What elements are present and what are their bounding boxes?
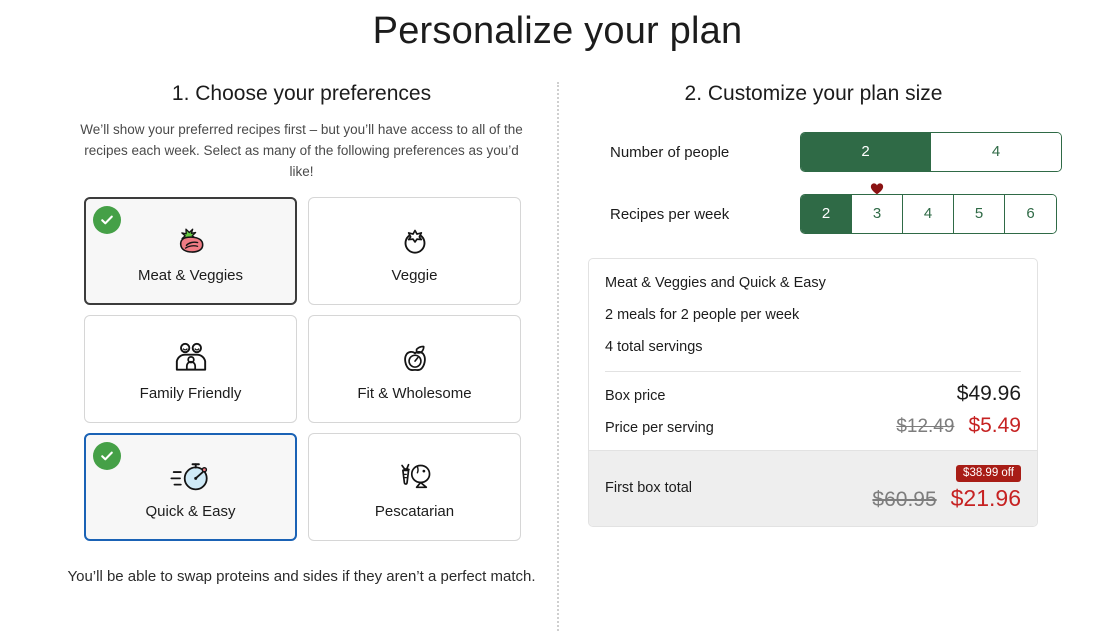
people-option-4[interactable]: 4 — [931, 133, 1061, 171]
page-title: Personalize your plan — [372, 10, 743, 52]
recipes-per-week-row: Recipes per week 2 3 4 5 6 — [610, 183, 1057, 234]
preference-card-meat-veggies[interactable]: Meat & Veggies — [84, 197, 297, 305]
total-current: $21.96 — [950, 485, 1021, 511]
family-icon — [171, 337, 211, 379]
steak-icon — [171, 219, 211, 261]
total-price-values: $60.95 $21.96 — [872, 485, 1021, 512]
check-badge-quick-easy — [93, 442, 121, 470]
preferences-subtext: We’ll show your preferred recipes first … — [80, 122, 523, 179]
personalize-plan-page: Personalize your plan 1. Choose your pre… — [0, 0, 1115, 631]
swap-footnote: You’ll be able to swap proteins and side… — [67, 568, 536, 585]
price-label: Price per serving — [605, 420, 714, 436]
column-divider — [557, 82, 559, 631]
preference-card-grid: Meat & Veggies Veggie Family Friendly Fi… — [84, 197, 521, 541]
total-original: $60.95 — [872, 488, 937, 511]
plan-size-column: 2. Customize your plan size Number of pe… — [572, 82, 1062, 527]
price-rows: Box price $49.96 Price per serving $12.4… — [589, 372, 1037, 450]
first-box-total-row: First box total $38.99 off $60.95 $21.96 — [589, 450, 1037, 526]
price-original: $12.49 — [896, 416, 955, 437]
price-current: $5.49 — [968, 414, 1021, 437]
preference-card-fit-wholesome[interactable]: Fit & Wholesome — [308, 315, 521, 423]
summary-meals: 2 meals for 2 people per week — [605, 307, 800, 323]
price-row-box-price: Box price $49.96 — [605, 382, 1021, 406]
number-of-people-row: Number of people 2 4 — [610, 132, 1062, 172]
tomato-icon — [396, 219, 434, 261]
first-box-total-values: $38.99 off $60.95 $21.96 — [872, 463, 1021, 512]
number-of-people-control: 2 4 — [800, 132, 1062, 172]
preference-label: Meat & Veggies — [137, 266, 244, 284]
recipes-option-6[interactable]: 6 — [1005, 195, 1056, 233]
discount-badge: $38.99 off — [956, 465, 1021, 482]
number-of-people-label: Number of people — [610, 143, 730, 161]
preference-card-pescatarian[interactable]: Pescatarian — [308, 433, 521, 541]
price-row-price-per-serving: Price per serving $12.49 $5.49 — [605, 414, 1021, 438]
heart-icon — [870, 182, 884, 196]
number-of-people-segmented: 2 4 — [800, 132, 1062, 172]
preference-card-quick-easy[interactable]: Quick & Easy — [84, 433, 297, 541]
people-option-2[interactable]: 2 — [801, 133, 931, 171]
summary-details: Meat & Veggies and Quick & Easy 2 meals … — [589, 259, 1037, 371]
price-current: $49.96 — [956, 382, 1021, 405]
preference-label: Veggie — [391, 266, 438, 284]
recipes-per-week-segmented: 2 3 4 5 6 — [800, 194, 1057, 234]
plan-size-heading: 2. Customize your plan size — [684, 82, 943, 105]
recipes-per-week-label: Recipes per week — [610, 205, 730, 223]
preference-label: Quick & Easy — [145, 502, 236, 520]
price-values: $49.96 — [957, 382, 1021, 406]
price-values: $12.49 $5.49 — [896, 414, 1021, 438]
recipes-option-4[interactable]: 4 — [903, 195, 954, 233]
recipes-option-2[interactable]: 2 — [801, 195, 852, 233]
preference-card-veggie[interactable]: Veggie — [308, 197, 521, 305]
recipes-option-3[interactable]: 3 — [852, 195, 903, 233]
preference-card-family-friendly[interactable]: Family Friendly — [84, 315, 297, 423]
carrot-fish-icon — [394, 455, 436, 497]
first-box-total-label: First box total — [605, 479, 693, 496]
preference-label: Fit & Wholesome — [357, 384, 472, 402]
summary-servings: 4 total servings — [605, 339, 703, 355]
summary-preferences: Meat & Veggies and Quick & Easy — [605, 275, 826, 291]
price-label: Box price — [605, 388, 666, 404]
check-badge-meat-veggies — [93, 206, 121, 234]
recipes-option-5[interactable]: 5 — [954, 195, 1005, 233]
stopwatch-icon — [169, 455, 213, 497]
preferences-heading: 1. Choose your preferences — [171, 82, 432, 105]
apple-meter-icon — [396, 337, 434, 379]
preferences-column: 1. Choose your preferences We’ll show yo… — [60, 82, 543, 183]
preference-label: Family Friendly — [139, 384, 242, 402]
preference-label: Pescatarian — [374, 502, 455, 520]
plan-summary-box: Meat & Veggies and Quick & Easy 2 meals … — [588, 258, 1038, 527]
recipes-per-week-control: 2 3 4 5 6 — [800, 183, 1057, 234]
